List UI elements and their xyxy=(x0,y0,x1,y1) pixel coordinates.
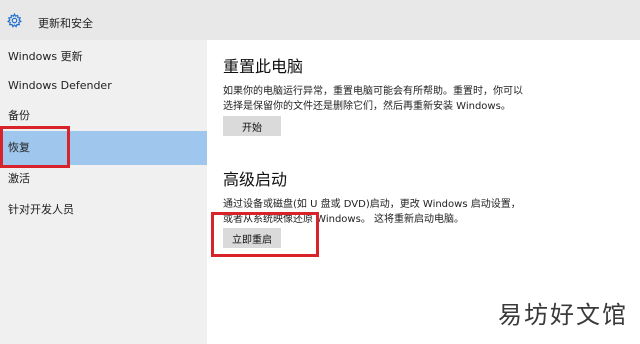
sidebar-item-label: 针对开发人员 xyxy=(8,203,74,216)
sidebar-item-label: 备份 xyxy=(8,109,30,122)
sidebar-item-recovery[interactable]: 恢复 xyxy=(0,131,207,165)
sidebar-item-activation[interactable]: 激活 xyxy=(0,162,207,196)
sidebar-item-backup[interactable]: 备份 xyxy=(0,99,207,133)
page-title: 更新和安全 xyxy=(38,17,93,30)
reset-pc-title: 重置此电脑 xyxy=(223,57,304,76)
sidebar-item-label: Windows Defender xyxy=(8,79,112,92)
start-reset-button[interactable]: 开始 xyxy=(223,116,281,136)
sidebar-item-label: Windows 更新 xyxy=(8,50,83,63)
sidebar-item-for-developers[interactable]: 针对开发人员 xyxy=(0,193,207,227)
sidebar-item-label: 恢复 xyxy=(8,141,30,154)
sidebar-item-windows-defender[interactable]: Windows Defender xyxy=(0,69,207,103)
restart-now-button[interactable]: 立即重启 xyxy=(223,228,281,248)
sidebar-item-label: 激活 xyxy=(8,172,30,185)
reset-pc-description: 如果你的电脑运行异常，重置电脑可能会有所帮助。重置时，你可以选择是保留你的文件还… xyxy=(223,86,523,112)
advanced-startup-description: 通过设备或磁盘(如 U 盘或 DVD)启动，更改 Windows 启动设置，或者… xyxy=(223,199,521,225)
watermark: 易坊好文馆 xyxy=(498,301,628,329)
header-bar: 更新和安全 xyxy=(0,0,640,40)
gear-icon xyxy=(7,13,22,28)
sidebar: Windows 更新 Windows Defender 备份 恢复 激活 针对开… xyxy=(0,40,207,344)
advanced-startup-title: 高级启动 xyxy=(223,170,288,189)
